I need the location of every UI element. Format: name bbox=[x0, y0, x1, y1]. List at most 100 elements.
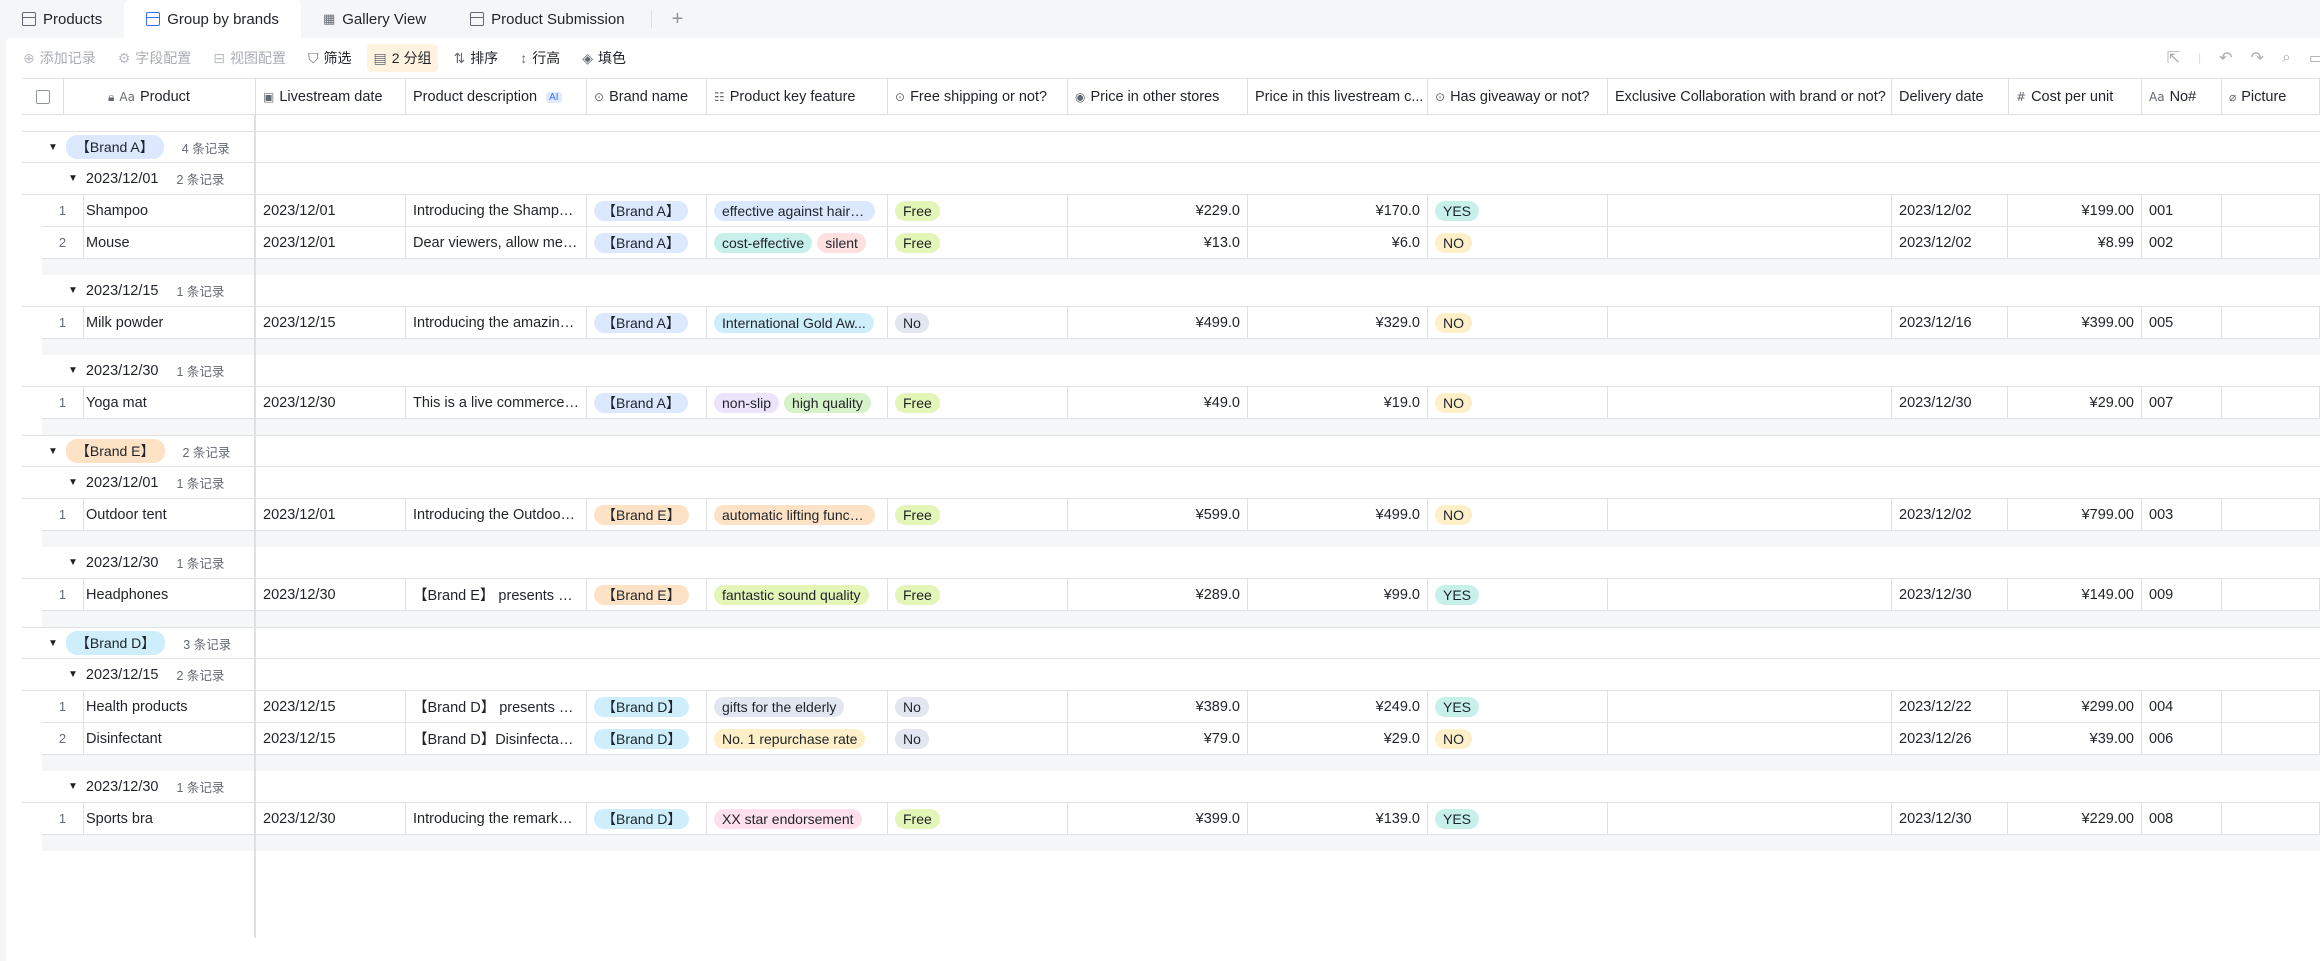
cell-desc[interactable]: This is a live commerce stream bbox=[406, 387, 587, 418]
column-header-livestream-date[interactable]: ▣ Livestream date bbox=[256, 79, 406, 115]
cell-delivery[interactable]: 2023/12/16 bbox=[1892, 307, 2008, 338]
table-row[interactable]: 1 Yoga mat 2023/12/30 This is a live commer… bbox=[42, 387, 2320, 419]
cell-picture[interactable] bbox=[2222, 723, 2320, 754]
cell-features[interactable]: fantastic sound quality bbox=[707, 579, 888, 610]
cell-p_other[interactable]: ¥389.0 bbox=[1068, 691, 1248, 722]
undo-icon[interactable]: ↶ bbox=[2219, 48, 2232, 68]
cell-picture[interactable] bbox=[2222, 579, 2320, 610]
column-header-giveaway[interactable]: ⊙ Has giveaway or not? bbox=[1428, 79, 1608, 115]
cell-exclusive[interactable] bbox=[1608, 387, 1892, 418]
cell-product[interactable]: Outdoor tent bbox=[64, 499, 254, 530]
search-icon[interactable]: ⌕ bbox=[2282, 49, 2291, 67]
column-header-price-live[interactable]: Price in this livestream c... bbox=[1248, 79, 1428, 115]
cell-brand[interactable]: 【Brand D】 bbox=[587, 691, 707, 722]
cell-brand[interactable]: 【Brand A】 bbox=[587, 307, 707, 338]
cell-p_live[interactable]: ¥6.0 bbox=[1248, 227, 1428, 258]
cell-no[interactable]: 008 bbox=[2142, 803, 2222, 834]
cell-give[interactable]: YES bbox=[1428, 579, 1608, 610]
select-all-checkbox[interactable] bbox=[22, 79, 64, 115]
cell-delivery[interactable]: 2023/12/22 bbox=[1892, 691, 2008, 722]
cell-cost[interactable]: ¥149.00 bbox=[2008, 579, 2142, 610]
cell-give[interactable]: YES bbox=[1428, 803, 1608, 834]
cell-desc[interactable]: Dear viewers, allow me to introduce bbox=[406, 227, 587, 258]
cell-desc[interactable]: 【Brand D】 presents our health products bbox=[406, 691, 587, 722]
cell-delivery[interactable]: 2023/12/30 bbox=[1892, 387, 2008, 418]
cell-p_live[interactable]: ¥29.0 bbox=[1248, 723, 1428, 754]
cell-ship[interactable]: Free bbox=[888, 803, 1068, 834]
cell-cost[interactable]: ¥199.00 bbox=[2008, 195, 2142, 226]
cell-features[interactable]: International Gold Aw... bbox=[707, 307, 888, 338]
cell-no[interactable]: 001 bbox=[2142, 195, 2222, 226]
cell-exclusive[interactable] bbox=[1608, 227, 1892, 258]
cell-picture[interactable] bbox=[2222, 803, 2320, 834]
cell-date[interactable]: 2023/12/30 bbox=[256, 579, 406, 610]
cell-ship[interactable]: No bbox=[888, 307, 1068, 338]
cell-no[interactable]: 004 bbox=[2142, 691, 2222, 722]
cell-date[interactable]: 2023/12/30 bbox=[256, 387, 406, 418]
table-row[interactable]: 1 Milk powder 2023/12/15 Introducing the am… bbox=[42, 307, 2320, 339]
cell-desc[interactable]: Introducing the remarkable sports bra bbox=[406, 803, 587, 834]
group-header-date[interactable]: ▼ 2023/12/01 2 条记录 bbox=[22, 163, 2320, 195]
collapse-caret-icon[interactable]: ▼ bbox=[68, 285, 78, 296]
cell-no[interactable]: 002 bbox=[2142, 227, 2222, 258]
cell-ship[interactable]: Free bbox=[888, 387, 1068, 418]
group-header-brand[interactable]: ▼ 【Brand A】 4 条记录 bbox=[22, 131, 2320, 163]
cell-ship[interactable]: Free bbox=[888, 499, 1068, 530]
tab-product-submission[interactable]: Product Submission bbox=[448, 0, 646, 38]
cell-brand[interactable]: 【Brand A】 bbox=[587, 387, 707, 418]
cell-exclusive[interactable] bbox=[1608, 723, 1892, 754]
cell-features[interactable]: automatic lifting functi... bbox=[707, 499, 888, 530]
cell-brand[interactable]: 【Brand E】 bbox=[587, 579, 707, 610]
cell-date[interactable]: 2023/12/15 bbox=[256, 691, 406, 722]
add-view-button[interactable]: + bbox=[656, 0, 700, 38]
cell-exclusive[interactable] bbox=[1608, 499, 1892, 530]
comment-icon[interactable]: ▭ bbox=[2309, 48, 2320, 68]
cell-p_live[interactable]: ¥99.0 bbox=[1248, 579, 1428, 610]
cell-features[interactable]: cost-effective silent bbox=[707, 227, 888, 258]
view-config-button[interactable]: ⊟ 视图配置 bbox=[206, 44, 293, 72]
cell-ship[interactable]: No bbox=[888, 723, 1068, 754]
cell-p_live[interactable]: ¥499.0 bbox=[1248, 499, 1428, 530]
table-row[interactable]: 1 Sports bra 2023/12/30 Introducing the rem… bbox=[42, 803, 2320, 835]
column-header-cost[interactable]: # Cost per unit bbox=[2008, 79, 2142, 115]
collapse-caret-icon[interactable]: ▼ bbox=[68, 365, 78, 376]
redo-icon[interactable]: ↷ bbox=[2251, 48, 2264, 68]
cell-picture[interactable] bbox=[2222, 227, 2320, 258]
cell-p_other[interactable]: ¥229.0 bbox=[1068, 195, 1248, 226]
cell-give[interactable]: YES bbox=[1428, 691, 1608, 722]
cell-product[interactable]: Milk powder bbox=[64, 307, 254, 338]
column-header-product[interactable]: 🔒︎ Aa Product bbox=[64, 79, 256, 115]
cell-p_live[interactable]: ¥19.0 bbox=[1248, 387, 1428, 418]
column-header-no[interactable]: Aa No# bbox=[2142, 79, 2222, 115]
table-row[interactable]: 2 Disinfectant 2023/12/15 【Brand D】Disinfec… bbox=[42, 723, 2320, 755]
field-config-button[interactable]: ⚙ 字段配置 bbox=[111, 44, 199, 72]
cell-cost[interactable]: ¥8.99 bbox=[2008, 227, 2142, 258]
cell-give[interactable]: NO bbox=[1428, 227, 1608, 258]
group-header-brand[interactable]: ▼ 【Brand D】 3 条记录 bbox=[22, 627, 2320, 659]
cell-exclusive[interactable] bbox=[1608, 307, 1892, 338]
cell-give[interactable]: NO bbox=[1428, 307, 1608, 338]
cell-p_other[interactable]: ¥289.0 bbox=[1068, 579, 1248, 610]
cell-date[interactable]: 2023/12/01 bbox=[256, 227, 406, 258]
cell-p_live[interactable]: ¥329.0 bbox=[1248, 307, 1428, 338]
group-header-date[interactable]: ▼ 2023/12/15 1 条记录 bbox=[22, 275, 2320, 307]
tab-group-by-brands[interactable]: Group by brands bbox=[124, 0, 301, 38]
cell-p_other[interactable]: ¥499.0 bbox=[1068, 307, 1248, 338]
cell-picture[interactable] bbox=[2222, 499, 2320, 530]
cell-ship[interactable]: Free bbox=[888, 195, 1068, 226]
tab-products[interactable]: Products bbox=[0, 0, 124, 38]
collapse-caret-icon[interactable]: ▼ bbox=[68, 781, 78, 792]
cell-exclusive[interactable] bbox=[1608, 195, 1892, 226]
table-row[interactable]: 1 Health products 2023/12/15 【Brand D】 pres… bbox=[42, 691, 2320, 723]
cell-delivery[interactable]: 2023/12/30 bbox=[1892, 579, 2008, 610]
cell-no[interactable]: 009 bbox=[2142, 579, 2222, 610]
cell-features[interactable]: No. 1 repurchase rate bbox=[707, 723, 888, 754]
cell-give[interactable]: NO bbox=[1428, 499, 1608, 530]
cell-cost[interactable]: ¥399.00 bbox=[2008, 307, 2142, 338]
cell-desc[interactable]: 【Brand D】Disinfectant is here bbox=[406, 723, 587, 754]
cell-exclusive[interactable] bbox=[1608, 803, 1892, 834]
cell-p_other[interactable]: ¥13.0 bbox=[1068, 227, 1248, 258]
cell-no[interactable]: 005 bbox=[2142, 307, 2222, 338]
cell-features[interactable]: non-slip high quality bbox=[707, 387, 888, 418]
cell-cost[interactable]: ¥799.00 bbox=[2008, 499, 2142, 530]
